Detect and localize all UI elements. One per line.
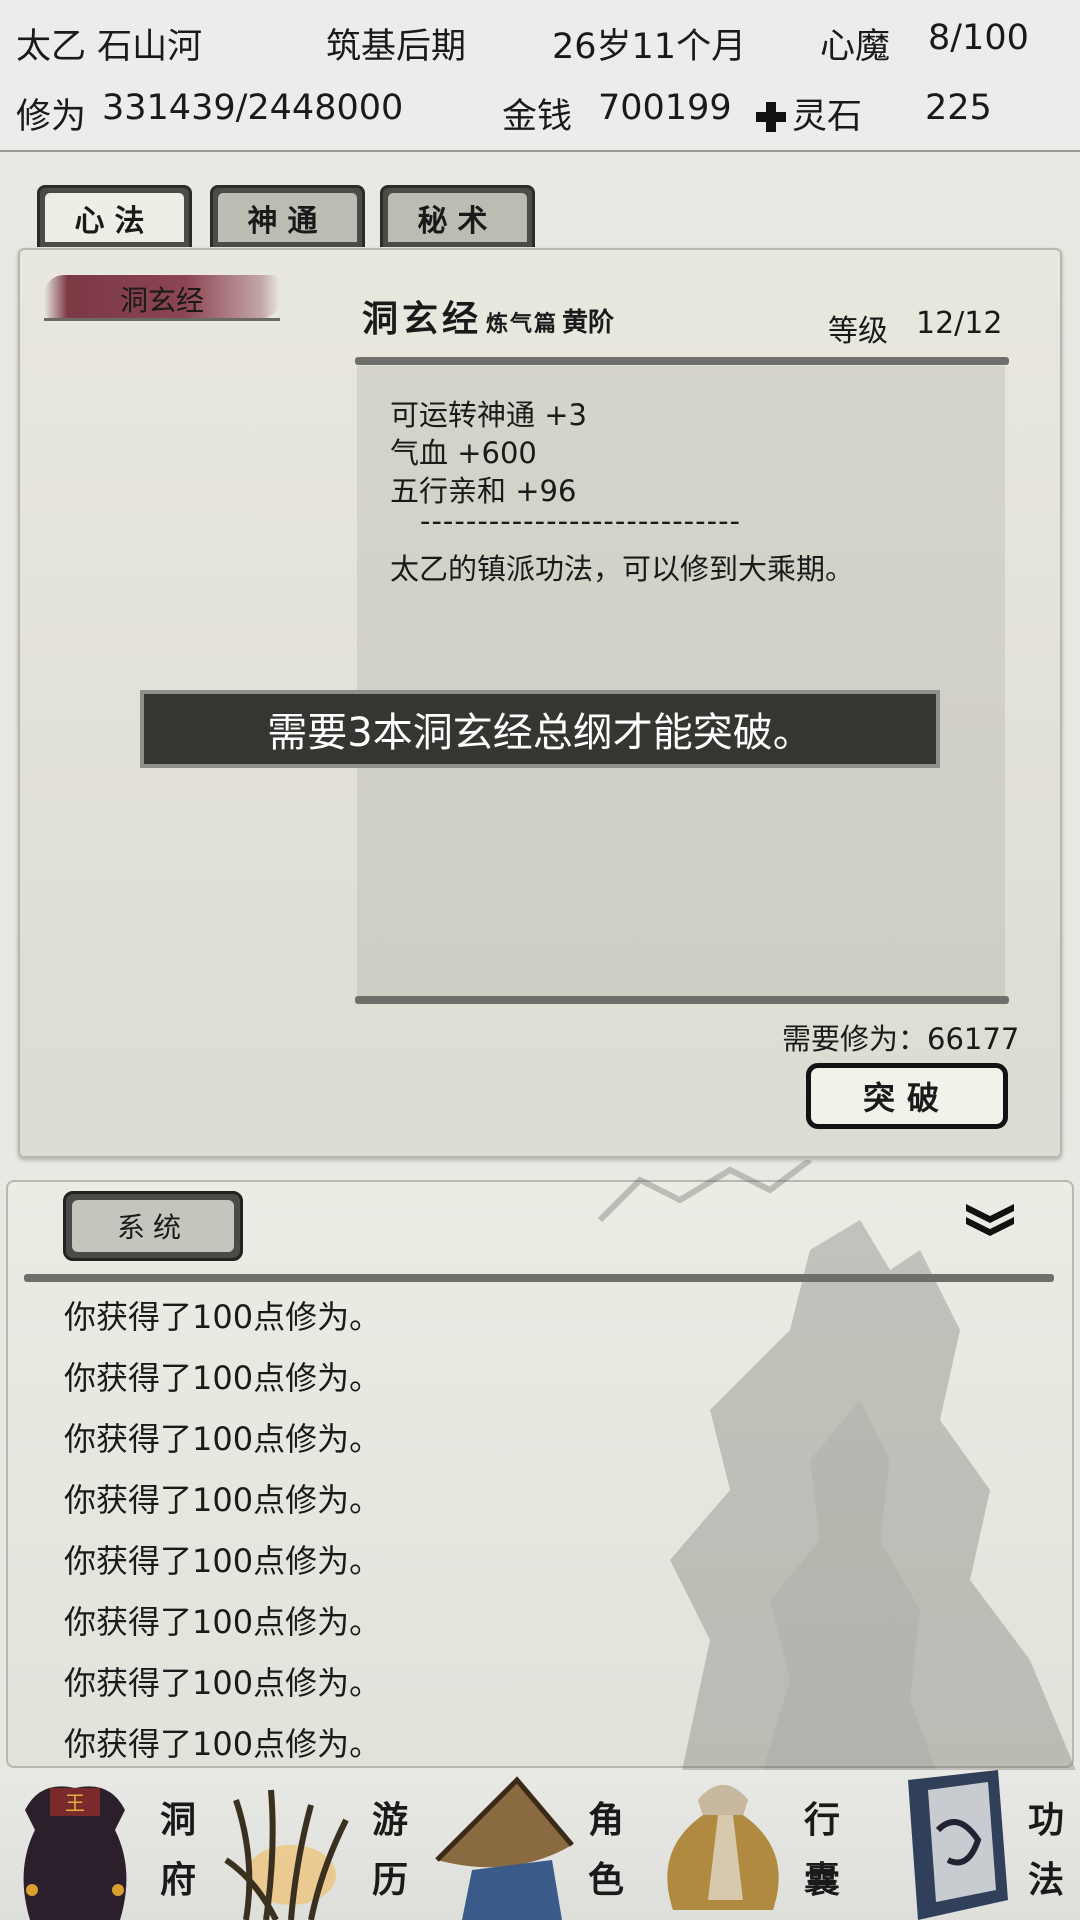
technique-description: 太乙的镇派功法，可以修到大乘期。: [390, 552, 855, 586]
cave-bag-icon: 王: [23, 1786, 127, 1920]
required-label: 需要修为：: [782, 1022, 928, 1056]
spirit-stone: 灵石: [756, 88, 862, 139]
spirit-stone-value: 225: [925, 88, 992, 128]
straw-hat-icon: [435, 1776, 574, 1920]
log-message: 你获得了100点修为。: [64, 1725, 382, 1763]
mountain-ink-decoration: [597, 1160, 1080, 1780]
nav-dongfu[interactable]: 王 洞 府: [0, 1770, 216, 1920]
technique-header: 洞玄经 炼气篇 黄阶: [362, 290, 614, 342]
heart-demon-label: 心魔: [820, 27, 891, 67]
tab-mishu[interactable]: 秘术: [380, 185, 535, 247]
toast-message: 需要3本洞玄经总纲才能突破。: [140, 690, 940, 768]
nav-juese[interactable]: 角 色: [432, 1770, 648, 1920]
desc-top-bar: [355, 357, 1009, 365]
technique-subtitle: 炼气篇: [486, 311, 559, 337]
log-message: 你获得了100点修为。: [64, 1481, 382, 1519]
level-label: 等级: [828, 314, 888, 349]
effect-divider: ----------------------------: [420, 504, 742, 538]
technique-title: 洞玄经: [362, 298, 483, 340]
log-tab-system[interactable]: 系统: [63, 1191, 243, 1261]
breakthrough-button[interactable]: 突破: [806, 1063, 1008, 1129]
player-name: 太乙 石山河: [16, 27, 203, 67]
nav-xingnang[interactable]: 行 囊: [648, 1770, 864, 1920]
bottom-navigation: 王 洞 府 游 历 角 色 行 囊 功 法: [0, 1770, 1080, 1920]
nav-gongfa[interactable]: 功 法: [864, 1770, 1080, 1920]
spirit-stone-label: 灵石: [792, 97, 863, 137]
log-message: 你获得了100点修为。: [64, 1603, 382, 1641]
log-message: 你获得了100点修为。: [64, 1420, 382, 1458]
log-message: 你获得了100点修为。: [64, 1298, 382, 1336]
technique-grade: 黄阶: [562, 308, 615, 338]
money-value: 700199: [598, 88, 732, 128]
log-divider: [24, 1274, 1054, 1282]
pouch-icon: [667, 1785, 779, 1910]
cross-diamond-icon: [756, 102, 786, 132]
log-message: 你获得了100点修为。: [64, 1664, 382, 1702]
required-value: 66177: [927, 1022, 1020, 1056]
nav-youli[interactable]: 游 历: [216, 1770, 432, 1920]
effect-line: 气血 +600: [390, 436, 537, 470]
heart-demon-value: 8/100: [928, 18, 1029, 58]
required-cultivation: 需要修为：66177: [782, 1016, 1019, 1058]
cultivation-label: 修为: [16, 97, 87, 137]
svg-text:王: 王: [65, 1791, 85, 1815]
cultivation-value: 331439/2448000: [102, 88, 404, 128]
double-chevron-down-icon[interactable]: [962, 1200, 1018, 1240]
tab-shentong[interactable]: 神通: [210, 185, 365, 247]
status-bar: 太乙 石山河 筑基后期 26岁11个月 心魔 8/100 修为 331439/2…: [0, 0, 1080, 152]
tab-xinfa[interactable]: 心法: [37, 185, 192, 247]
log-message: 你获得了100点修为。: [64, 1359, 382, 1397]
manual-book-icon: [908, 1770, 1008, 1920]
money-label: 金钱: [502, 97, 573, 137]
desc-bottom-bar: [355, 996, 1009, 1004]
technique-list-label: 洞玄经: [119, 284, 204, 317]
list-divider: [44, 318, 280, 321]
level-value: 12/12: [916, 306, 1003, 341]
log-message: 你获得了100点修为。: [64, 1542, 382, 1580]
realm-label: 筑基后期: [326, 27, 467, 67]
technique-list-item[interactable]: 洞玄经: [44, 275, 280, 319]
age-label: 26岁11个月: [552, 27, 747, 67]
grass-icon: [224, 1789, 349, 1920]
effect-line: 可运转神通 +3: [390, 398, 587, 432]
